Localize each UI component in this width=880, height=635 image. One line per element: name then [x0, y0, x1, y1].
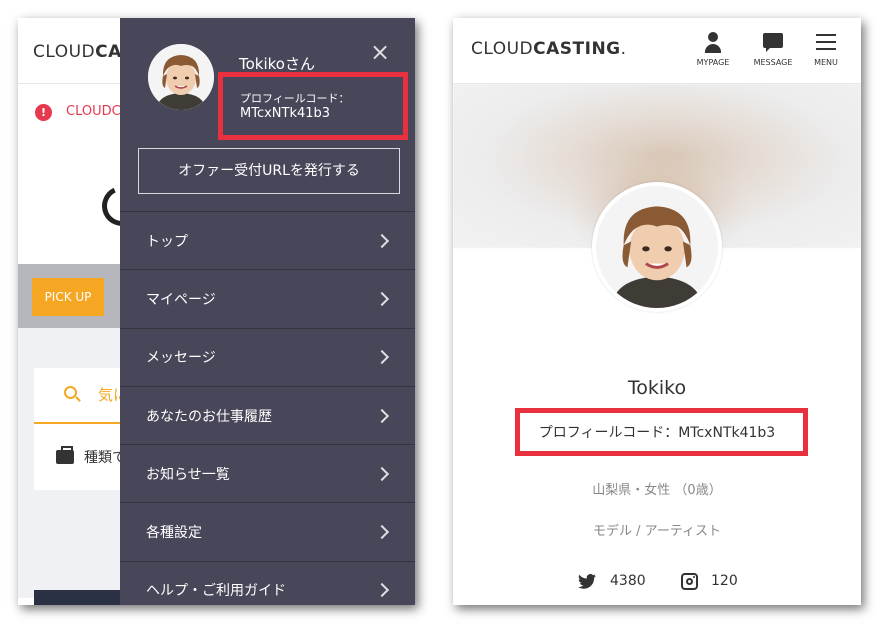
- menu-item-message[interactable]: メッセージ: [120, 327, 415, 386]
- drawer-profile-code-value: MTcxNTk41b3: [240, 106, 331, 121]
- twitter-follower-count: 4380: [610, 573, 646, 589]
- menu-item-notices[interactable]: お知らせ一覧: [120, 444, 415, 502]
- menu-item-label: 各種設定: [146, 525, 202, 542]
- menu-item-top[interactable]: トップ: [120, 211, 415, 269]
- menu-item-label: お知らせ一覧: [146, 466, 230, 483]
- briefcase-icon: [56, 446, 74, 464]
- chevron-right-icon: [374, 408, 390, 423]
- pickup-button[interactable]: PICK UP: [32, 278, 104, 316]
- chevron-right-icon: [374, 525, 390, 540]
- mypage-nav-button[interactable]: MYPAGE: [683, 32, 743, 76]
- chevron-right-icon: [374, 466, 390, 481]
- profile-name: Tokiko: [627, 377, 687, 399]
- menu-item-label: マイページ: [146, 291, 216, 308]
- menu-item-label: あなたのお仕事履歴: [146, 408, 272, 425]
- chevron-right-icon: [374, 583, 390, 598]
- message-icon: [763, 33, 783, 52]
- menu-item-label: メッセージ: [146, 350, 216, 367]
- left-phone-screen: CLOUDCA ! CLOUDC PICK UP 気に 種類で Tokikoさん…: [18, 18, 415, 605]
- profile-location-gender-age: 山梨県・女性 （0歳）: [592, 483, 722, 498]
- menu-item-job-history[interactable]: あなたのお仕事履歴: [120, 385, 415, 444]
- person-icon: [705, 32, 721, 54]
- menu-item-settings[interactable]: 各種設定: [120, 502, 415, 560]
- avatar-photo: [148, 44, 214, 110]
- drawer-username: Tokikoさん: [239, 55, 315, 73]
- message-nav-label: MESSAGE: [753, 58, 793, 67]
- menu-item-label: ヘルプ・ご利用ガイド: [146, 583, 286, 600]
- menu-item-help-guide[interactable]: ヘルプ・ご利用ガイド: [120, 560, 415, 605]
- menu-icon: [816, 34, 836, 52]
- message-nav-button[interactable]: MESSAGE: [743, 32, 803, 76]
- alert-icon: !: [35, 104, 52, 121]
- chevron-right-icon: [374, 350, 390, 365]
- profile-category: モデル / アーティスト: [592, 524, 722, 539]
- mypage-nav-label: MYPAGE: [696, 58, 730, 67]
- issue-offer-url-button[interactable]: オファー受付URLを発行する: [138, 148, 400, 194]
- right-phone-screen: CLOUDCASTING. MYPAGE MESSAGE MENU Tokiko…: [453, 18, 861, 605]
- menu-item-mypage[interactable]: マイページ: [120, 269, 415, 327]
- search-icon: [64, 386, 77, 399]
- drawer-menu-list: トップ マイページ メッセージ あなたのお仕事履歴 お知らせ一覧 各種設定 ヘル…: [120, 211, 415, 605]
- menu-item-label: トップ: [146, 233, 188, 250]
- background-logo[interactable]: CLOUDCA: [33, 42, 122, 62]
- instagram-icon[interactable]: [681, 573, 698, 590]
- profile-avatar: [592, 182, 722, 312]
- drawer-avatar: [148, 44, 214, 110]
- twitter-icon[interactable]: [578, 574, 596, 589]
- chevron-right-icon: [374, 291, 390, 307]
- menu-nav-label: MENU: [814, 58, 838, 67]
- menu-nav-button[interactable]: MENU: [796, 32, 856, 76]
- profile-code: プロフィールコード：MTcxNTk41b3: [538, 425, 776, 441]
- instagram-follower-count: 120: [711, 573, 738, 589]
- alert-text[interactable]: CLOUDC: [66, 104, 121, 119]
- chevron-right-icon: [374, 233, 390, 248]
- avatar-photo: [596, 186, 718, 308]
- close-icon[interactable]: ×: [370, 40, 390, 64]
- drawer-profile-code-label: プロフィールコード：: [240, 92, 350, 105]
- cloudcasting-logo[interactable]: CLOUDCASTING.: [471, 39, 627, 59]
- side-drawer-menu: Tokikoさん × プロフィールコード： MTcxNTk41b3 オファー受付…: [120, 18, 415, 605]
